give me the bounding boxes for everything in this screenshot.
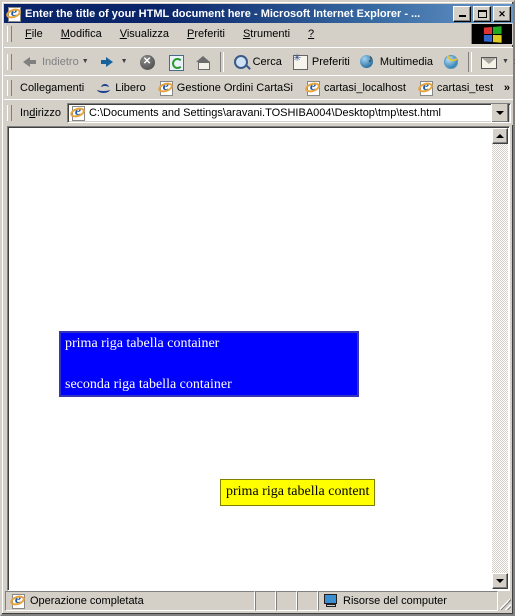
scroll-down-button[interactable]: [492, 573, 508, 589]
stop-button[interactable]: ✕: [133, 51, 161, 73]
status-segment-3: [297, 591, 318, 611]
ie-animated-logo: [471, 24, 512, 44]
link-item-libero[interactable]: Libero: [90, 78, 152, 98]
menu-item-visualizza[interactable]: Visualizza: [111, 26, 178, 42]
link-label: Libero: [115, 81, 146, 94]
address-bar: Indirizzo e C:\Documents and Settings\ar…: [4, 99, 513, 125]
home-button[interactable]: [189, 51, 217, 73]
main-toolbar: Indietro ▼ ▼ ✕ Cerca ✳ Preferiti ♪ Multi…: [4, 47, 515, 75]
maximize-button[interactable]: [473, 5, 491, 22]
mail-icon: [479, 52, 499, 72]
menu-item-preferiti[interactable]: Preferiti: [178, 26, 234, 42]
document-viewport: prima riga tabella container seconda rig…: [7, 126, 510, 591]
forward-dropdown-icon[interactable]: ▼: [121, 58, 128, 65]
address-value: C:\Documents and Settings\aravani.TOSHIB…: [88, 106, 441, 119]
status-message: Operazione completata: [30, 595, 144, 607]
status-segment-1: [255, 591, 276, 611]
ie-window: e Enter the title of your HTML document …: [0, 0, 515, 616]
window-ie-document-icon: e: [4, 5, 23, 22]
toolbar-separator: [219, 51, 224, 72]
back-label: Indietro: [42, 55, 79, 68]
status-zone-label: Risorse del computer: [343, 595, 447, 607]
menu-item-modifica[interactable]: Modifica: [52, 26, 111, 42]
minimize-button[interactable]: [453, 5, 471, 22]
scroll-down-arrow-icon: [496, 579, 504, 583]
menu-item-file[interactable]: File: [16, 26, 52, 42]
menu-item-help[interactable]: ?: [299, 26, 323, 42]
search-label: Cerca: [252, 55, 282, 68]
search-button[interactable]: Cerca: [227, 51, 286, 73]
toolbar-separator-2: [468, 51, 473, 72]
media-button[interactable]: ♪ Multimedia: [354, 51, 437, 73]
favorites-button[interactable]: ✳ Preferiti: [286, 51, 354, 73]
links-overflow-button[interactable]: »: [504, 82, 513, 94]
toolbar-drag-grip[interactable]: [7, 53, 12, 70]
windows-flag-icon: [483, 25, 502, 43]
link-item-cartasi-localhost[interactable]: e cartasi_localhost: [299, 78, 412, 98]
ie-document-icon: e: [416, 79, 434, 96]
search-icon: [231, 52, 251, 72]
stop-icon: ✕: [137, 52, 157, 72]
content-table-row-1: prima riga tabella content: [226, 484, 370, 499]
close-icon: ✕: [498, 8, 506, 19]
resize-grip[interactable]: [498, 591, 512, 611]
media-icon: ♪: [358, 52, 378, 72]
address-dropdown-button[interactable]: [491, 103, 509, 122]
link-label: Gestione Ordini CartaSi: [176, 81, 293, 94]
content-table: prima riga tabella content: [220, 479, 376, 506]
computer-icon: [323, 594, 339, 608]
scroll-up-arrow-icon: [496, 134, 504, 138]
ie-document-icon: e: [8, 593, 27, 609]
container-table-row-2: seconda riga tabella container: [65, 377, 232, 392]
home-icon: [193, 52, 213, 72]
favorites-star-icon: ✳: [290, 52, 310, 72]
close-button[interactable]: ✕: [493, 5, 511, 22]
maximize-icon: [474, 7, 490, 21]
links-bar-label: Collegamenti: [20, 81, 85, 94]
menu-drag-grip[interactable]: [7, 26, 12, 42]
address-bar-label: Indirizzo: [20, 106, 61, 119]
back-dropdown-icon[interactable]: ▼: [82, 58, 89, 65]
mail-dropdown-icon[interactable]: ▼: [502, 58, 509, 65]
history-icon: [441, 52, 461, 72]
refresh-button[interactable]: [161, 51, 189, 73]
ie-document-icon: e: [156, 79, 174, 96]
libero-icon: [96, 81, 112, 95]
status-message-panel: e Operazione completata: [5, 591, 255, 611]
arrow-right-icon: [98, 52, 118, 72]
address-input[interactable]: e C:\Documents and Settings\aravani.TOSH…: [66, 102, 511, 123]
menu-item-strumenti[interactable]: Strumenti: [234, 26, 299, 42]
favorites-label: Preferiti: [311, 55, 350, 68]
title-bar: e Enter the title of your HTML document …: [4, 4, 513, 23]
window-controls: ✕: [453, 5, 511, 22]
window-title: Enter the title of your HTML document he…: [25, 7, 421, 20]
link-item-cartasi-test[interactable]: e cartasi_test: [412, 78, 499, 98]
scroll-up-button[interactable]: [492, 128, 508, 144]
status-segment-2: [276, 591, 297, 611]
ie-document-icon: e: [303, 79, 321, 96]
status-bar: e Operazione completata Risorse del comp…: [5, 591, 512, 611]
vertical-scrollbar[interactable]: [492, 128, 508, 589]
link-item-gestione-ordini-cartasi[interactable]: e Gestione Ordini CartaSi: [152, 78, 299, 98]
container-table-row-1: prima riga tabella container: [65, 336, 220, 351]
mail-button[interactable]: ▼: [475, 51, 514, 73]
minimize-icon: [454, 7, 470, 21]
refresh-icon: [165, 52, 185, 72]
status-zone-panel: Risorse del computer: [318, 591, 498, 611]
links-drag-grip[interactable]: [7, 79, 12, 96]
menu-bar: File Modifica Visualizza Preferiti Strum…: [4, 23, 513, 45]
back-button[interactable]: Indietro ▼: [16, 51, 94, 73]
media-label: Multimedia: [379, 55, 434, 68]
link-label: cartasi_localhost: [323, 81, 406, 94]
chevron-down-icon: [496, 110, 504, 115]
link-label: cartasi_test: [436, 81, 494, 94]
address-drag-grip[interactable]: [7, 104, 12, 121]
ie-document-icon: e: [68, 104, 87, 121]
container-table: prima riga tabella container seconda rig…: [59, 331, 359, 397]
links-bar: Collegamenti Libero e Gestione Ordini Ca…: [4, 75, 513, 99]
forward-button[interactable]: ▼: [94, 51, 133, 73]
arrow-left-icon: [20, 52, 40, 72]
history-button[interactable]: [437, 51, 465, 73]
